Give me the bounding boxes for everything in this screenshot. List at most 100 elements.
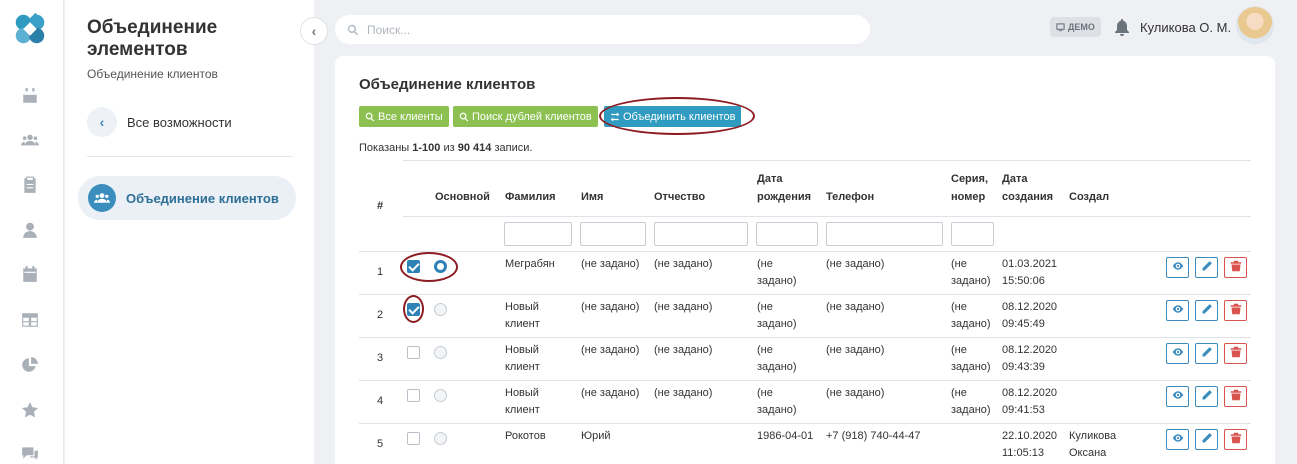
col-header-author[interactable]: Создал xyxy=(1069,189,1109,206)
row-number: 2 xyxy=(377,309,384,321)
cell-lastname-line1: Рокотов xyxy=(505,430,546,442)
cell-lastname-line1: Новый xyxy=(505,344,539,356)
filter-series[interactable] xyxy=(951,222,994,246)
row-select-checkbox[interactable] xyxy=(407,346,420,359)
search-icon xyxy=(347,24,359,35)
sidebar-item-merge-clients[interactable]: Объединение клиентов xyxy=(78,176,296,220)
search-input[interactable] xyxy=(367,22,847,37)
row-number: 1 xyxy=(377,266,384,278)
table-icon[interactable] xyxy=(21,311,39,329)
col-header-series-line2[interactable]: номер xyxy=(951,189,985,206)
col-header-lastname[interactable]: Фамилия xyxy=(505,189,556,206)
eye-icon xyxy=(1172,388,1184,406)
row-primary-radio[interactable] xyxy=(434,260,447,273)
cell-phone: (не задано) xyxy=(826,344,885,356)
avatar[interactable] xyxy=(1236,6,1274,44)
cell-series-line2: задано) xyxy=(951,404,991,416)
edit-button[interactable] xyxy=(1195,257,1218,278)
edit-button[interactable] xyxy=(1195,429,1218,450)
users-icon[interactable] xyxy=(21,131,39,149)
col-header-main[interactable]: Основной xyxy=(435,189,490,206)
trash-icon xyxy=(1230,302,1242,320)
users-icon xyxy=(88,184,116,212)
search-icon xyxy=(365,112,375,121)
summary-total: 90 414 xyxy=(457,142,492,154)
row-primary-radio[interactable] xyxy=(434,346,447,359)
view-button[interactable] xyxy=(1166,386,1189,407)
eye-icon xyxy=(1172,259,1184,277)
back-to-all-features[interactable]: ‹ Все возможности xyxy=(87,107,232,137)
row-primary-radio[interactable] xyxy=(434,303,447,316)
col-header-created-line1[interactable]: Дата xyxy=(1002,171,1027,188)
cell-phone: +7 (918) 740-44-47 xyxy=(826,430,921,442)
col-header-series-line1[interactable]: Серия, xyxy=(951,171,988,188)
cell-author-line1: Куликова xyxy=(1069,430,1117,442)
all-clients-button[interactable]: Все клиенты xyxy=(359,106,449,127)
filter-birthdate[interactable] xyxy=(756,222,818,246)
view-button[interactable] xyxy=(1166,429,1189,450)
row-number: 5 xyxy=(377,438,384,450)
col-header-patronymic[interactable]: Отчество xyxy=(654,189,705,206)
delete-button[interactable] xyxy=(1224,429,1247,450)
trash-icon xyxy=(1230,388,1242,406)
chat-icon[interactable] xyxy=(21,444,39,462)
col-header-birthdate-line1[interactable]: Дата xyxy=(757,171,782,188)
cell-series-line2: задано) xyxy=(951,361,991,373)
delete-button[interactable] xyxy=(1224,257,1247,278)
cell-patronymic: (не задано) xyxy=(654,258,713,270)
cell-birthdate-line1: (не xyxy=(757,301,773,313)
trash-icon xyxy=(1230,259,1242,277)
cell-created-line1: 08.12.2020 xyxy=(1002,387,1058,399)
calendar-icon[interactable] xyxy=(21,87,39,105)
filter-lastname[interactable] xyxy=(504,222,572,246)
row-select-checkbox[interactable] xyxy=(407,432,420,445)
eye-icon xyxy=(1172,302,1184,320)
filter-phone[interactable] xyxy=(826,222,943,246)
notifications-bell-icon[interactable] xyxy=(1114,18,1130,36)
view-button[interactable] xyxy=(1166,257,1189,278)
clipboard-icon[interactable] xyxy=(21,176,39,194)
delete-button[interactable] xyxy=(1224,386,1247,407)
row-select-checkbox[interactable] xyxy=(407,389,420,402)
divider xyxy=(87,156,293,157)
edit-button[interactable] xyxy=(1195,386,1218,407)
row-select-checkbox[interactable] xyxy=(407,303,420,316)
filter-patronymic[interactable] xyxy=(654,222,748,246)
doctor-icon[interactable] xyxy=(21,221,39,239)
cell-lastname-line2: клиент xyxy=(505,318,540,330)
app-logo[interactable] xyxy=(11,10,49,48)
pie-chart-icon[interactable] xyxy=(21,356,39,374)
col-header-phone[interactable]: Телефон xyxy=(826,189,874,206)
cell-created-line2: 11:05:13 xyxy=(1002,447,1045,459)
star-icon[interactable] xyxy=(21,401,39,419)
edit-button[interactable] xyxy=(1195,343,1218,364)
col-header-num[interactable]: # xyxy=(377,198,383,215)
collapse-sidebar-button[interactable]: ‹ xyxy=(300,17,328,45)
chevron-left-icon: ‹ xyxy=(311,23,317,39)
row-select-checkbox[interactable] xyxy=(407,260,420,273)
col-header-created-line2[interactable]: создания xyxy=(1002,189,1053,206)
row-primary-radio[interactable] xyxy=(434,389,447,402)
row-primary-radio[interactable] xyxy=(434,432,447,445)
demo-badge: ДЕМО xyxy=(1050,17,1101,37)
summary-prefix: Показаны xyxy=(359,142,413,154)
user-name[interactable]: Куликова О. М. xyxy=(1140,20,1231,35)
find-duplicates-button[interactable]: Поиск дублей клиентов xyxy=(453,106,598,127)
pencil-icon xyxy=(1201,388,1213,406)
row-number: 3 xyxy=(377,352,384,364)
row-number: 4 xyxy=(377,395,384,407)
records-summary: Показаны 1-100 из 90 414 записи. xyxy=(359,142,532,154)
col-header-birthdate-line2[interactable]: рождения xyxy=(757,189,811,206)
back-label: Все возможности xyxy=(127,114,232,130)
calendar-alt-icon[interactable] xyxy=(21,265,39,283)
search-bar[interactable] xyxy=(335,15,870,44)
filter-firstname[interactable] xyxy=(580,222,646,246)
col-header-firstname[interactable]: Имя xyxy=(581,189,603,206)
delete-button[interactable] xyxy=(1224,300,1247,321)
section-subtitle: Объединение клиентов xyxy=(87,67,218,81)
merge-clients-button[interactable]: Объединить клиентов xyxy=(604,106,742,127)
edit-button[interactable] xyxy=(1195,300,1218,321)
delete-button[interactable] xyxy=(1224,343,1247,364)
view-button[interactable] xyxy=(1166,300,1189,321)
view-button[interactable] xyxy=(1166,343,1189,364)
